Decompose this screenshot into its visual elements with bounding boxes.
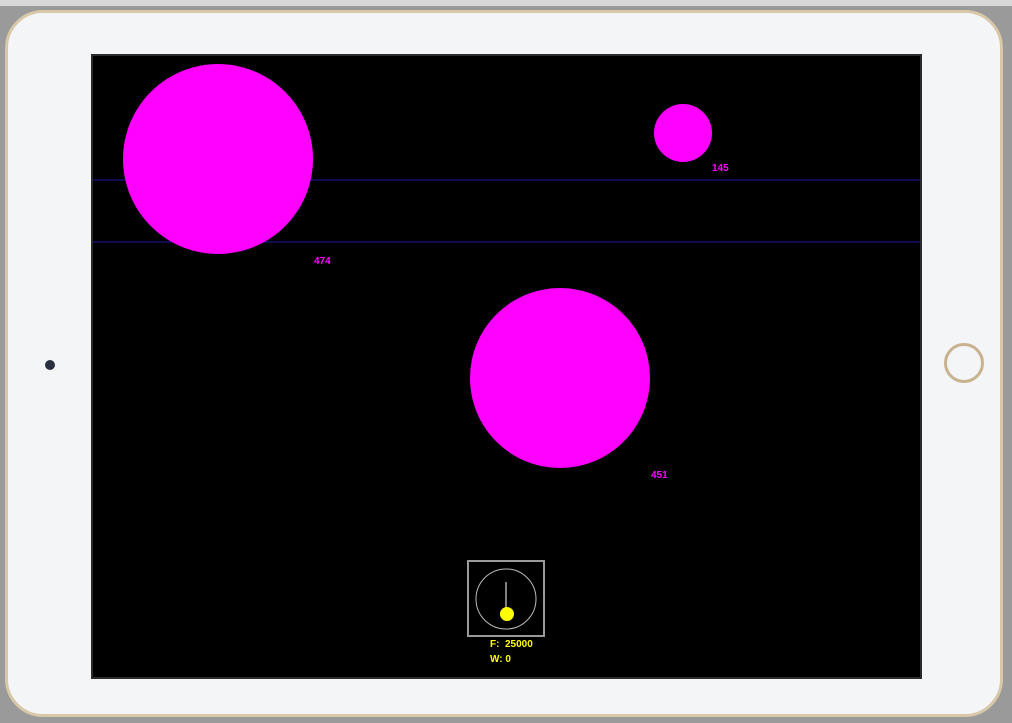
game-screen[interactable]: 474 145 451 F: 25000 W: 0	[91, 54, 922, 679]
food-counter: F: 25000	[490, 639, 533, 650]
blob-large-left	[123, 64, 313, 254]
window-top-edge	[0, 0, 1012, 6]
water-counter: W: 0	[490, 654, 511, 665]
blob-size-label: 451	[651, 470, 668, 481]
home-button[interactable]	[944, 343, 984, 383]
yellow-dot-icon	[500, 607, 514, 621]
blob-size-label: 474	[314, 256, 331, 267]
blob-size-label: 145	[712, 163, 729, 174]
blob-small	[654, 104, 712, 162]
camera-icon	[45, 360, 55, 370]
game-canvas[interactable]	[93, 56, 920, 677]
blob-large-center	[470, 288, 650, 468]
